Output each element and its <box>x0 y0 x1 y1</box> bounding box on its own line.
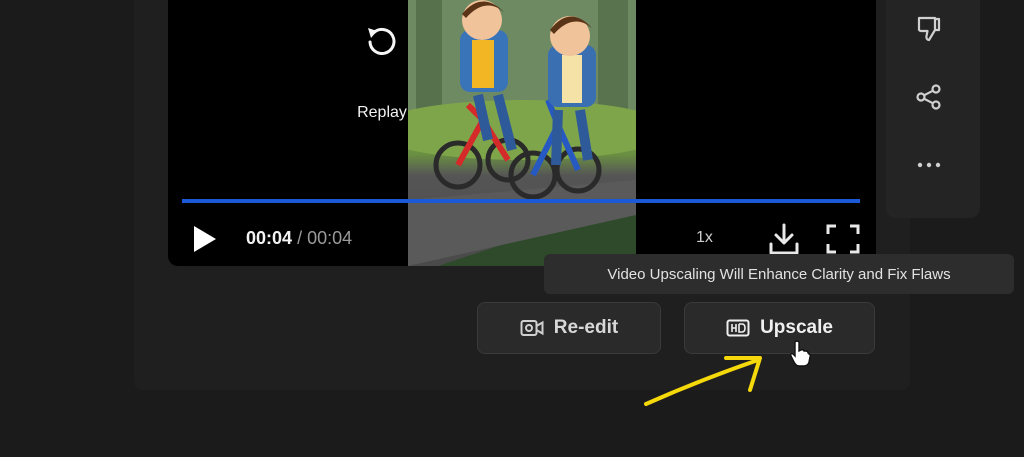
playback-speed-button[interactable]: 1x <box>696 229 713 247</box>
annotation-arrow-icon <box>644 356 762 406</box>
upscale-button[interactable]: Upscale <box>684 302 875 354</box>
time-display: 00:04 / 00:04 <box>246 228 352 249</box>
replay-label: Replay <box>357 104 407 121</box>
video-frame-illustration <box>408 0 636 266</box>
video-camera-icon <box>520 320 544 336</box>
re-edit-button[interactable]: Re-edit <box>477 302 661 354</box>
video-player[interactable]: Replay 00:04 / 00:04 1x <box>168 0 876 266</box>
thumbs-down-icon <box>917 16 941 42</box>
video-frame <box>408 0 636 266</box>
hand-cursor-icon <box>790 340 812 367</box>
progress-bar-fill <box>182 199 860 203</box>
upscale-tooltip: Video Upscaling Will Enhance Clarity and… <box>544 254 1014 294</box>
more-options-button[interactable] <box>914 150 944 180</box>
play-button[interactable] <box>192 224 218 254</box>
time-separator: / <box>297 228 303 248</box>
fullscreen-icon <box>826 224 860 254</box>
play-icon <box>194 226 216 252</box>
more-icon <box>917 162 941 168</box>
progress-bar[interactable] <box>182 199 860 203</box>
hd-icon <box>726 319 750 337</box>
download-button[interactable] <box>768 222 800 256</box>
re-edit-label: Re-edit <box>553 317 619 338</box>
dislike-button[interactable] <box>914 14 944 44</box>
time-current: 00:04 <box>246 228 293 248</box>
download-icon <box>769 223 799 255</box>
fullscreen-button[interactable] <box>826 224 860 254</box>
share-button[interactable] <box>914 82 944 112</box>
replay-button[interactable]: Replay <box>322 18 442 130</box>
share-icon <box>916 84 941 110</box>
upscale-label: Upscale <box>760 317 833 338</box>
replay-icon <box>368 27 396 55</box>
time-total: 00:04 <box>307 228 353 248</box>
